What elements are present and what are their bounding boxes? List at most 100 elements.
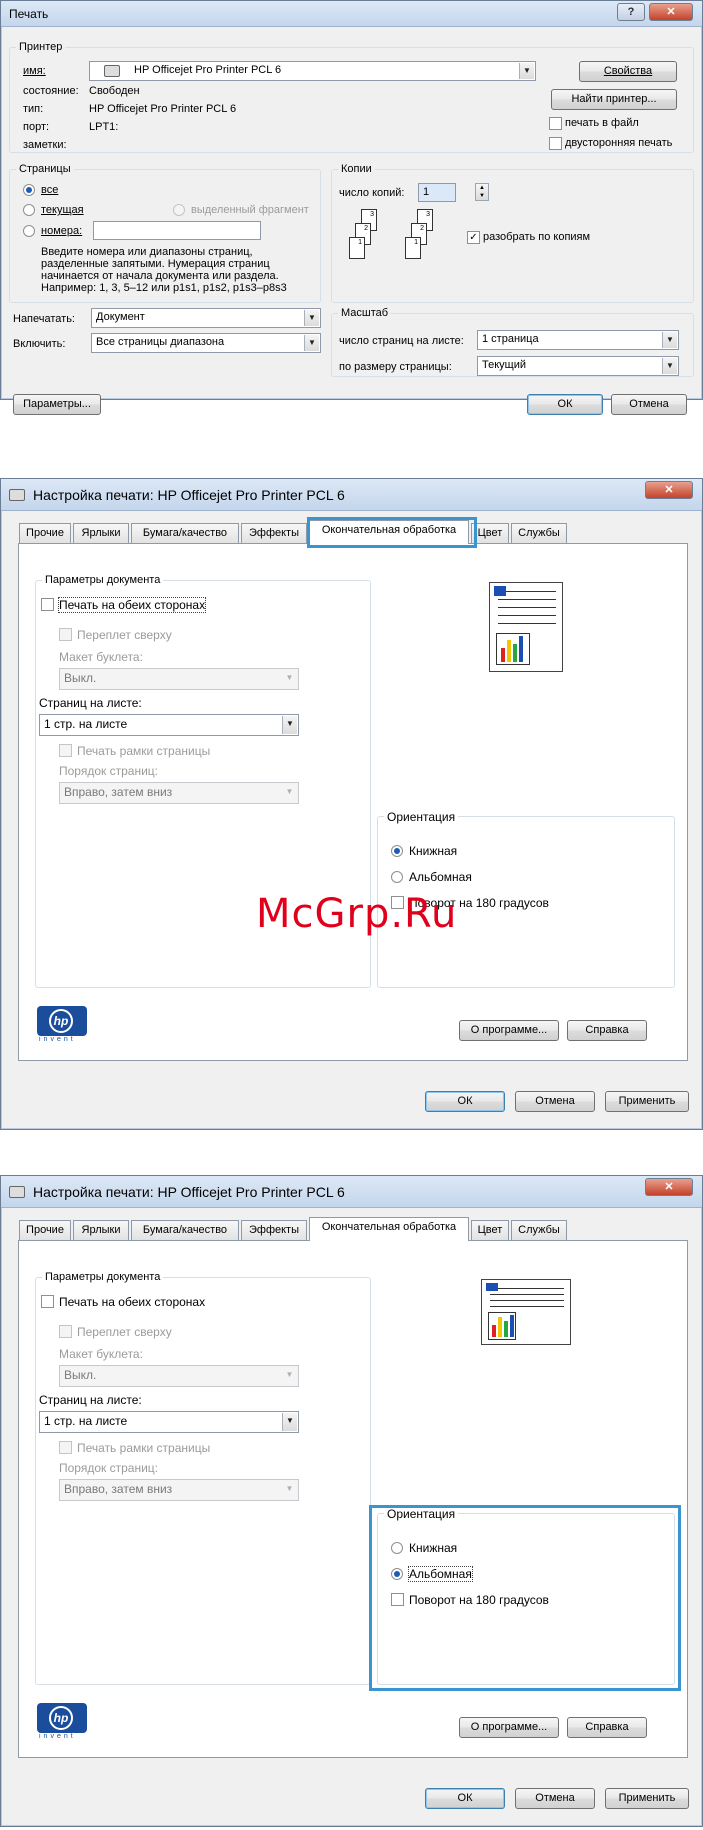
pages-per-sheet-select[interactable]: 1 стр. на листе ▼ (39, 1411, 299, 1433)
include-select[interactable]: Все страницы диапазона ▼ (91, 333, 321, 353)
tab-services[interactable]: Службы (511, 523, 567, 543)
page-order-select[interactable]: Вправо, затем вниз ▼ (59, 782, 299, 804)
chevron-down-icon: ▼ (662, 358, 677, 374)
tab-services[interactable]: Службы (511, 1220, 567, 1240)
cancel-button[interactable]: Отмена (515, 1788, 595, 1809)
watermark: McGrp.Ru (256, 891, 458, 937)
page-preview-portrait (489, 582, 563, 672)
tab-other[interactable]: Прочие (19, 523, 71, 543)
ok-button[interactable]: ОК (527, 394, 603, 415)
page-order-label: Порядок страниц: (59, 1461, 158, 1475)
close-icon[interactable]: ✕ (649, 3, 693, 21)
printer-name-value: HP Officejet Pro Printer PCL 6 (134, 64, 282, 76)
apply-button[interactable]: Применить (605, 1091, 689, 1112)
booklet-select[interactable]: Выкл. ▼ (59, 668, 299, 690)
tab-other[interactable]: Прочие (19, 1220, 71, 1240)
portrait-radio[interactable] (391, 845, 403, 857)
window-title: Настройка печати: HP Officejet Pro Print… (33, 487, 345, 503)
ok-button[interactable]: ОК (425, 1091, 505, 1112)
print-borders-checkbox[interactable] (59, 1441, 72, 1454)
close-icon[interactable]: ✕ (645, 1178, 693, 1196)
ok-button[interactable]: ОК (425, 1788, 505, 1809)
hp-logo: hp invent (35, 1703, 89, 1741)
landscape-radio[interactable] (391, 871, 403, 883)
pages-per-sheet-select[interactable]: 1 страница ▼ (477, 330, 679, 350)
properties-button[interactable]: Свойства (579, 61, 677, 82)
collate-checkbox[interactable]: ✓ (467, 231, 480, 244)
print-what-label: Напечатать: (13, 313, 75, 325)
page-order-select[interactable]: Вправо, затем вниз ▼ (59, 1479, 299, 1501)
tab-color[interactable]: Цвет (471, 523, 509, 543)
booklet-select[interactable]: Выкл. ▼ (59, 1365, 299, 1387)
pages-help-4: Например: 1, 3, 5–12 или p1s1, p1s2, p1s… (41, 282, 287, 294)
current-page-label: текущая (41, 204, 84, 216)
page-numbers-label: номера: (41, 225, 83, 237)
notes-label: заметки: (23, 139, 67, 151)
tab-effects[interactable]: Эффекты (241, 1220, 307, 1240)
current-page-radio[interactable] (23, 204, 35, 216)
duplex-checkbox[interactable] (41, 598, 54, 611)
apply-button[interactable]: Применить (605, 1788, 689, 1809)
pages-per-sheet-label: Страниц на листе: (39, 696, 142, 710)
print-borders-checkbox[interactable] (59, 744, 72, 757)
tab-finishing[interactable]: Окончательная обработка (309, 520, 469, 544)
copies-input[interactable]: 1 (418, 183, 456, 202)
help-button[interactable]: Справка (567, 1020, 647, 1041)
landscape-radio[interactable] (391, 1568, 403, 1580)
rotate-checkbox[interactable] (391, 1593, 404, 1606)
page-numbers-input[interactable] (93, 221, 261, 240)
printer-icon (104, 65, 120, 77)
tab-paper-quality[interactable]: Бумага/качество (131, 523, 239, 543)
printer-name-select[interactable]: HP Officejet Pro Printer PCL 6 ▼ (89, 61, 536, 81)
tab-shortcuts[interactable]: Ярлыки (73, 523, 129, 543)
copies-label: число копий: (339, 187, 405, 199)
options-button[interactable]: Параметры... (13, 394, 101, 415)
chevron-down-icon: ▼ (282, 1481, 297, 1499)
prefs-titlebar: Настройка печати: HP Officejet Pro Print… (1, 479, 702, 511)
tab-paper-quality[interactable]: Бумага/качество (131, 1220, 239, 1240)
help-button[interactable]: Справка (567, 1717, 647, 1738)
copies-spinner[interactable]: ▲ ▼ (475, 183, 489, 201)
find-printer-button[interactable]: Найти принтер... (551, 89, 677, 110)
cancel-button[interactable]: Отмена (611, 394, 687, 415)
flip-up-checkbox[interactable] (59, 1325, 72, 1338)
pages-help-1: Введите номера или диапазоны страниц, (41, 246, 253, 258)
pages-help-3: начинается от начала документа или разде… (41, 270, 279, 282)
selection-radio[interactable] (173, 204, 185, 216)
finishing-panel: Параметры документа Печать на обеих стор… (18, 1240, 688, 1758)
finishing-panel: Параметры документа Печать на обеих стор… (18, 543, 688, 1061)
duplex-label: Печать на обеих сторонах (57, 597, 207, 613)
tab-finishing[interactable]: Окончательная обработка (309, 1217, 469, 1241)
scale-select[interactable]: Текущий ▼ (477, 356, 679, 376)
pages-per-sheet-label: Страниц на листе: (39, 1393, 142, 1407)
help-icon[interactable]: ? (617, 3, 645, 21)
print-what-select[interactable]: Документ ▼ (91, 308, 321, 328)
prefs-dialog-1: Настройка печати: HP Officejet Pro Print… (0, 478, 703, 1130)
collate-label: разобрать по копиям (483, 231, 591, 243)
chevron-down-icon: ▼ (282, 670, 297, 688)
duplex-label: двусторонняя печать (565, 137, 673, 149)
chevron-down-icon: ▼ (282, 1367, 297, 1385)
flip-up-checkbox[interactable] (59, 628, 72, 641)
copies-group-title: Копии (338, 163, 375, 175)
duplex-checkbox[interactable] (41, 1295, 54, 1308)
about-button[interactable]: О программе... (459, 1020, 559, 1041)
pages-per-sheet-select[interactable]: 1 стр. на листе ▼ (39, 714, 299, 736)
tab-color[interactable]: Цвет (471, 1220, 509, 1240)
tab-effects[interactable]: Эффекты (241, 523, 307, 543)
page-order-label: Порядок страниц: (59, 764, 158, 778)
hp-logo: hp invent (35, 1006, 89, 1044)
portrait-radio[interactable] (391, 1542, 403, 1554)
about-button[interactable]: О программе... (459, 1717, 559, 1738)
duplex-checkbox[interactable] (549, 137, 562, 150)
page-numbers-radio[interactable] (23, 225, 35, 237)
tab-shortcuts[interactable]: Ярлыки (73, 1220, 129, 1240)
selection-label: выделенный фрагмент (191, 204, 309, 216)
print-to-file-checkbox[interactable] (549, 117, 562, 130)
all-pages-label: все (41, 184, 59, 196)
all-pages-radio[interactable] (23, 184, 35, 196)
doc-options-title: Параметры документа (42, 1271, 164, 1283)
cancel-button[interactable]: Отмена (515, 1091, 595, 1112)
close-icon[interactable]: ✕ (645, 481, 693, 499)
pages-per-sheet-label: число страниц на листе: (339, 335, 464, 347)
